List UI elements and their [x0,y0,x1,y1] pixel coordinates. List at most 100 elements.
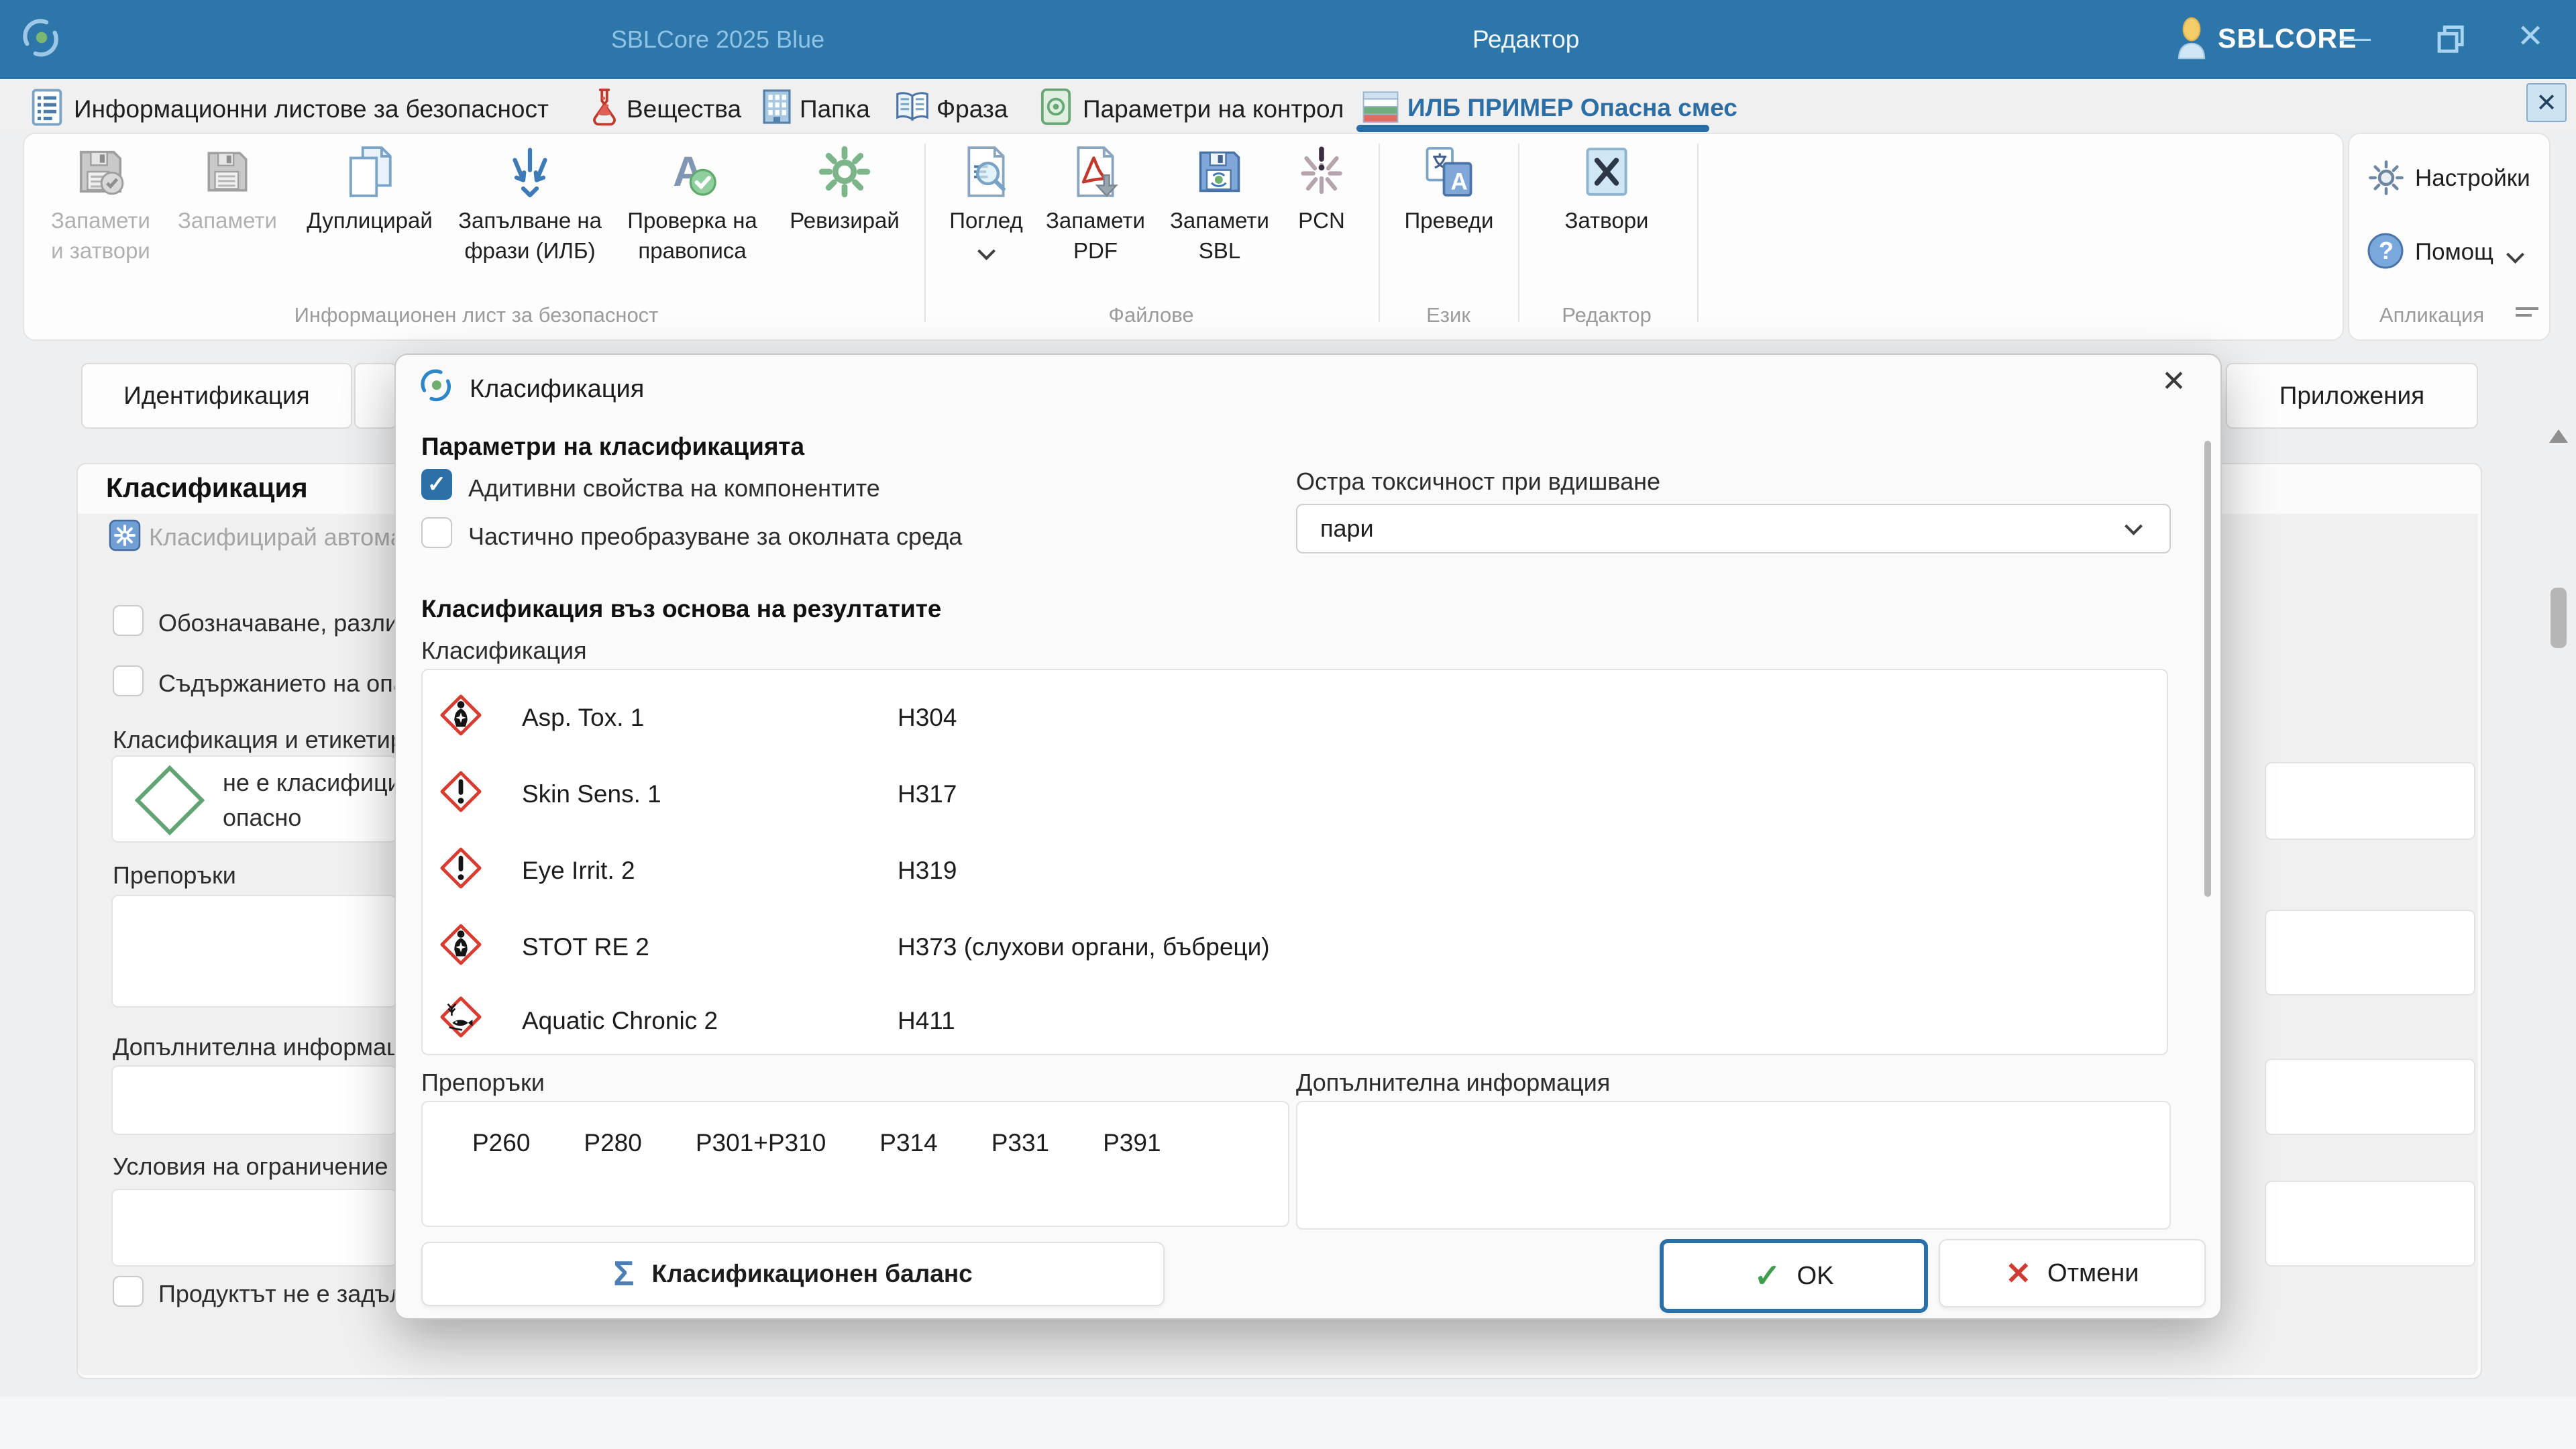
additive-properties-checkbox[interactable]: ✓ [421,469,452,500]
pcn-button[interactable]: PCN [1281,138,1362,235]
dialog-scrollbar-thumb[interactable] [2204,441,2211,897]
classification-row[interactable]: Asp. Tox. 1 H304 [423,678,2167,755]
additional-info-box[interactable] [1296,1101,2171,1230]
classification-row[interactable]: Aquatic Chronic 2 H411 [423,984,2167,1054]
close-editor-icon [1582,138,1631,205]
classification-row[interactable]: Eye Irrit. 2 H319 [423,831,2167,908]
close-tab-button[interactable]: ✕ [2526,83,2567,122]
group-label-language: Език [1381,303,1515,327]
spellcheck-button[interactable]: A Проверка на правописа [615,138,769,266]
dialog-close-button[interactable]: ✕ [2161,364,2186,398]
dropdown-value: пари [1320,515,1374,543]
ghs08-health-hazard-icon [440,924,482,965]
bg-restriction-label: Условия на ограничение [113,1152,388,1181]
pcn-icon [1295,138,1348,205]
bg-right-field[interactable] [2265,1181,2475,1267]
p-code[interactable]: P280 [584,1129,641,1226]
bg-checkbox-product[interactable] [113,1276,144,1307]
bg-checkbox-labeling-label: Обозначаване, различ [158,609,411,637]
fill-phrases-button[interactable]: Запълване на фрази (ИЛБ) [449,138,610,266]
hazard-class-name: Aquatic Chronic 2 [522,1007,718,1035]
p-code[interactable]: P314 [879,1129,937,1226]
hazard-code: H319 [898,857,957,885]
p-codes-box[interactable]: P260 P280 P301+P310 P314 P331 P391 [421,1101,1289,1227]
bg-additional-info-box[interactable] [111,1065,397,1135]
tab-label: Вещества [627,95,741,123]
bg-tab-attachments[interactable]: Приложения [2226,363,2478,429]
bg-checkbox-product-label: Продуктът не е задъл [158,1280,404,1308]
ghs08-health-hazard-icon [440,694,482,736]
save-sbl-button[interactable]: Запамети SBL [1163,138,1277,266]
save-pdf-icon [1070,138,1121,205]
bg-tab-label: Идентификация [123,382,309,410]
button-label: Запамети [178,208,277,233]
control-params-icon [1040,87,1072,126]
bg-checkbox-content[interactable] [113,665,144,696]
additive-properties-label: Адитивни свойства на компонентите [468,474,880,502]
group-menu-icon[interactable] [2516,303,2538,321]
bg-tab-label: Приложения [2279,382,2424,410]
fill-phrases-icon [503,138,557,205]
scrollbar-up-arrow[interactable] [2549,429,2568,443]
minimize-button[interactable]: — [2340,19,2371,55]
bg-tab-identification[interactable]: Идентификация [81,363,352,429]
bg-right-field[interactable] [2265,1059,2475,1135]
hazard-code: H304 [898,704,957,732]
close-editor-button[interactable]: Затвори [1546,138,1667,235]
results-heading: Класификация въз основа на резултатите [421,595,942,623]
close-window-button[interactable]: ✕ [2517,17,2544,55]
translate-button[interactable]: A Преведи [1382,138,1516,235]
button-label: Поглед [949,208,1023,233]
ok-button[interactable]: ✓ OK [1660,1239,1928,1313]
tab-label: Информационни листове за безопасност [74,95,549,123]
classification-row[interactable]: Skin Sens. 1 H317 [423,755,2167,831]
user-avatar-icon[interactable] [2172,16,2211,60]
bg-tab-partial[interactable] [354,363,397,429]
save-button[interactable]: Запамети [168,138,286,235]
ribbon-separator [924,144,926,322]
bg-checkbox-labeling[interactable] [113,605,144,636]
bg-checkbox-content-label: Съдържанието на опа [158,669,407,698]
auto-classify-label: Класифицирай автомат [149,523,415,551]
bg-right-field[interactable] [2265,910,2475,996]
p-code[interactable]: P331 [991,1129,1049,1226]
partial-transformation-checkbox[interactable] [421,517,452,548]
user-name[interactable]: SBLCORE [2218,23,2357,54]
button-label: Запамети [1170,208,1269,233]
tab-label: Параметри на контрол [1083,95,1344,123]
button-label: Преведи [1405,208,1494,233]
save-icon [203,138,252,205]
hazard-code: H373 (слухови органи, бъбреци) [898,933,1270,961]
bg-recommendations-box[interactable] [111,895,397,1008]
button-label: PCN [1298,208,1345,233]
group-label-sds: Информационен лист за безопасност [241,303,711,327]
duplicate-button[interactable]: Дуплицирай [297,138,442,235]
acute-toxicity-label: Остра токсичност при вдишване [1296,468,1660,496]
revise-button[interactable]: Ревизирай [777,138,912,235]
restore-button[interactable] [2434,23,2469,58]
bg-restriction-box[interactable] [111,1189,397,1267]
p-code[interactable]: P301+P310 [696,1129,826,1226]
p-code[interactable]: P391 [1103,1129,1161,1226]
sigma-icon: Σ [613,1254,634,1294]
auto-classify-icon [109,519,141,551]
classification-row[interactable]: STOT RE 2 H373 (слухови органи, бъбреци) [423,908,2167,984]
app-title: SBLCore 2025 Blue [510,25,926,54]
bg-right-field[interactable] [2265,762,2475,840]
scrollbar-thumb[interactable] [2551,588,2567,648]
ghs07-exclamation-icon [440,771,482,812]
save-pdf-button[interactable]: Запамети PDF [1038,138,1152,266]
classification-balance-button[interactable]: Σ Класификационен баланс [421,1242,1165,1306]
acute-toxicity-dropdown[interactable]: пари [1296,504,2171,553]
p-code[interactable]: P260 [472,1129,530,1226]
cancel-button[interactable]: ✕ Отмени [1939,1239,2206,1307]
preview-button[interactable]: Поглед [936,138,1036,261]
ghs07-exclamation-icon [440,847,482,889]
dialog-logo-icon [417,367,455,405]
hazard-class-name: STOT RE 2 [522,933,649,961]
tab-label: Папка [800,95,870,123]
ok-check-icon: ✓ [1754,1257,1780,1295]
preview-dropdown-chevron-icon[interactable] [977,242,996,260]
help-icon: ? [2367,232,2404,270]
save-and-close-button[interactable]: Запамети и затвори [42,138,160,266]
